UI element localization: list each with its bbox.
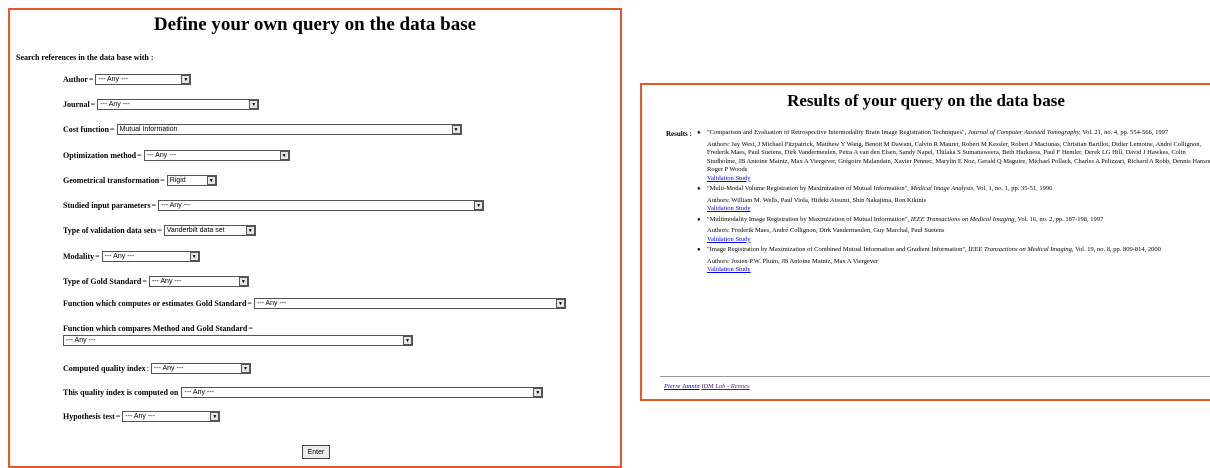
field-method-gold-comparison-select-row: --- Any --- ▼: [63, 335, 413, 346]
field-author: Author = --- Any --- ▼: [63, 74, 192, 85]
validation-study-link[interactable]: Validation Study: [707, 266, 751, 273]
field-label: Studied input parameters: [63, 201, 151, 210]
field-label: Journal: [63, 100, 90, 109]
list-item: "Multimodality Image Registration by Max…: [697, 216, 1210, 245]
result-journal: IEEE Transactions on Medical Imaging,: [910, 215, 1016, 223]
bullet-icon: [697, 129, 707, 183]
footer-lab-link[interactable]: IDM Lab - Rennes: [701, 383, 749, 390]
results-title: Results of your query on the data base: [787, 91, 1065, 110]
field-hypothesis-test: Hypothesis test = --- Any --- ▼: [63, 411, 221, 422]
result-details: Vol. 16, no. 2, pp. 187-198, 1997: [1017, 215, 1104, 223]
dropdown-arrow-icon: ▼: [189, 252, 199, 261]
result-title: "Image Registration by Maximization of C…: [707, 246, 967, 253]
dropdown-arrow-icon: ▼: [181, 75, 191, 84]
dropdown-arrow-icon: ▼: [403, 336, 412, 345]
result-authors: Authors: Frederik Maes, André Collignon,…: [707, 227, 945, 234]
result-authors: Authors: Josien P.W. Pluim, JB Antoine M…: [707, 257, 879, 265]
list-item: "Multi-Modal Volume Registration by Maxi…: [697, 185, 1210, 214]
search-section-label: Search references in the data base with …: [16, 53, 154, 62]
field-label: Cost function: [63, 125, 110, 134]
dropdown-arrow-icon: ▼: [451, 125, 461, 134]
field-geometrical-transformation: Geometrical transformation = Rigid ▼: [63, 175, 217, 186]
field-label: Function which computes or estimates Gol…: [63, 299, 247, 308]
field-label: Type of Gold Standard: [63, 277, 142, 286]
validation-data-sets-select[interactable]: Vanderbilt data set ▼: [163, 225, 256, 236]
bullet-icon: [697, 246, 707, 275]
field-studied-input-parameters: Studied input parameters = --- Any --- ▼: [63, 200, 485, 211]
cost-function-select[interactable]: Mutual Information ▼: [116, 124, 462, 135]
geometrical-transformation-select[interactable]: Rigid ▼: [166, 175, 217, 186]
dropdown-arrow-icon: ▼: [240, 364, 250, 373]
quality-index-computed-on-select[interactable]: --- Any --- ▼: [181, 387, 544, 398]
field-cost-function: Cost function = Mutual Information ▼: [63, 124, 462, 135]
author-select[interactable]: --- Any --- ▼: [95, 74, 192, 85]
modality-select[interactable]: --- Any --- ▼: [101, 251, 200, 262]
result-journal: IEEE Transactions on Medical Imaging,: [968, 246, 1074, 253]
field-label: Author: [63, 75, 88, 84]
field-optimization-method: Optimization method = --- Any --- ▼: [63, 150, 290, 161]
field-method-gold-comparison: Function which compares Method and Gold …: [63, 324, 253, 333]
result-authors: Authors: Jay West, J Michael Fitzpatrick…: [707, 140, 1210, 174]
method-gold-comparison-select[interactable]: --- Any --- ▼: [63, 335, 413, 346]
validation-study-link[interactable]: Validation Study: [707, 205, 751, 212]
validation-study-link[interactable]: Validation Study: [707, 236, 751, 243]
field-label: Function which compares Method and Gold …: [63, 324, 248, 333]
hypothesis-test-select[interactable]: --- Any --- ▼: [122, 411, 221, 422]
field-journal: Journal = --- Any --- ▼: [63, 99, 260, 110]
quality-index-select[interactable]: --- Any --- ▼: [150, 363, 251, 374]
field-label: Modality: [63, 252, 95, 261]
results-list: "Comparison and Evaluation of Retrospect…: [697, 129, 1210, 277]
studied-input-parameters-select[interactable]: --- Any --- ▼: [158, 200, 485, 211]
field-label: Computed quality index: [63, 364, 146, 373]
field-modality: Modality = --- Any --- ▼: [63, 251, 200, 262]
dropdown-arrow-icon: ▼: [238, 277, 248, 286]
gold-standard-type-select[interactable]: --- Any --- ▼: [148, 276, 249, 287]
field-quality-index-computed-on: This quality index is computed on --- An…: [63, 387, 544, 398]
footer: Pierre Jannin IDM Lab - Rennes: [664, 383, 750, 390]
result-details: Vol. 21, no. 4, pp. 554-566, 1997: [1082, 129, 1169, 136]
field-quality-index: Computed quality index: --- Any --- ▼: [63, 363, 251, 374]
dropdown-arrow-icon: ▼: [279, 151, 289, 160]
footer-author-link[interactable]: Pierre Jannin: [664, 383, 700, 390]
result-title: "Multimodality Image Registration by Max…: [707, 215, 910, 223]
result-details: Vol. 1, no. 1, pp. 35-51, 1996: [976, 185, 1053, 192]
bullet-icon: [697, 216, 707, 245]
optimization-method-select[interactable]: --- Any --- ▼: [143, 150, 290, 161]
dropdown-arrow-icon: ▼: [533, 388, 543, 397]
list-item: "Image Registration by Maximization of C…: [697, 246, 1210, 275]
field-label: This quality index is computed on: [63, 388, 179, 397]
results-label: Results :: [666, 130, 692, 138]
field-label: Optimization method: [63, 151, 137, 160]
result-details: Vol. 19, no. 8, pp. 809-814, 2000: [1075, 246, 1161, 253]
result-title: "Comparison and Evaluation of Retrospect…: [707, 129, 967, 136]
dropdown-arrow-icon: ▼: [555, 299, 565, 308]
query-form-panel: Define your own query on the data base S…: [8, 8, 622, 468]
query-results-panel: Results of your query on the data base R…: [640, 83, 1210, 401]
field-label: Geometrical transformation: [63, 176, 160, 185]
divider: [660, 376, 1210, 377]
field-label: Hypothesis test: [63, 412, 115, 421]
journal-select[interactable]: --- Any --- ▼: [97, 99, 260, 110]
result-journal: Medical Image Analysis,: [910, 185, 975, 192]
result-journal: Journal of Computer Assisted Tomography,: [967, 129, 1081, 136]
result-authors: Authors: William M. Wells, Paul Viola, H…: [707, 196, 927, 204]
dropdown-arrow-icon: ▼: [474, 201, 484, 210]
field-gold-standard-computation: Function which computes or estimates Gol…: [63, 298, 566, 309]
query-form-title: Define your own query on the data base: [153, 14, 477, 35]
list-item: "Comparison and Evaluation of Retrospect…: [697, 129, 1210, 183]
dropdown-arrow-icon: ▼: [245, 226, 255, 235]
bullet-icon: [697, 185, 707, 214]
field-label: Type of validation data sets: [63, 226, 157, 235]
gold-standard-computation-select[interactable]: --- Any --- ▼: [253, 298, 566, 309]
result-title: "Multi-Modal Volume Registration by Maxi…: [707, 185, 909, 192]
field-gold-standard-type: Type of Gold Standard = --- Any --- ▼: [63, 276, 249, 287]
validation-study-link[interactable]: Validation Study: [707, 175, 751, 182]
dropdown-arrow-icon: ▼: [210, 412, 220, 421]
field-validation-data-sets: Type of validation data sets = Vanderbilt…: [63, 225, 256, 236]
dropdown-arrow-icon: ▼: [249, 100, 259, 109]
enter-button[interactable]: Enter: [302, 445, 330, 459]
dropdown-arrow-icon: ▼: [206, 176, 216, 185]
